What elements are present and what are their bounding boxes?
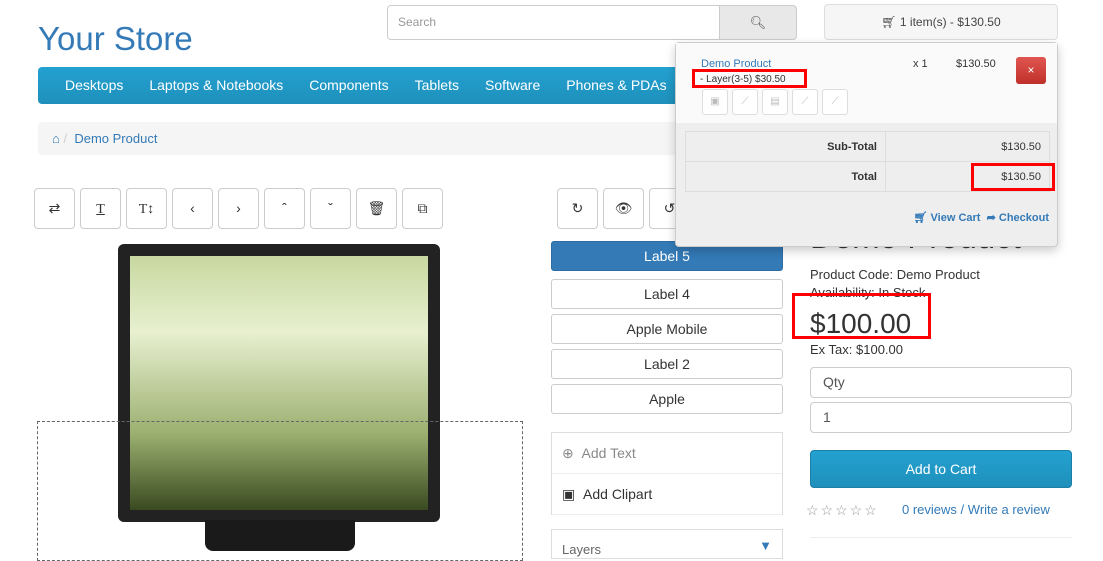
layers-panel[interactable]: Layers ▼	[551, 529, 783, 559]
tools-panel: ⊕ Add Text ▣ Add Clipart	[551, 432, 783, 515]
chevron-right-icon: ›	[236, 200, 241, 216]
add-clipart-button[interactable]: ▣ Add Clipart	[552, 474, 782, 515]
share-icon: ➦	[986, 212, 996, 224]
move-right-button[interactable]: ›	[218, 188, 259, 229]
label-item[interactable]: Label 4	[551, 279, 783, 309]
cart-dropdown: Demo Product - Layer(3-5) $30.50 ▣ ⟋ ▤ ⟋…	[675, 42, 1058, 247]
highlight-box	[971, 163, 1055, 191]
layer-thumb: ⟋	[732, 89, 758, 115]
layer-thumb: ▤	[762, 89, 788, 115]
label-item[interactable]: Apple	[551, 384, 783, 414]
undo-icon: ↺	[663, 200, 676, 216]
ex-tax: Ex Tax: $100.00	[810, 342, 903, 357]
separator: /	[960, 502, 965, 517]
nav-laptops[interactable]: Laptops & Notebooks	[149, 67, 283, 104]
search-icon: 🔍︎	[749, 15, 767, 30]
text-height-icon: T↕	[138, 202, 155, 217]
add-to-cart-button[interactable]: Add to Cart	[810, 450, 1072, 488]
cart-qty: x 1	[913, 58, 928, 70]
rating-stars: ☆☆☆☆☆	[806, 502, 879, 518]
breadcrumb: ⌂ / Demo Product	[38, 122, 738, 155]
qty-input[interactable]: 1	[810, 402, 1072, 433]
search-button[interactable]: 🔍︎	[719, 5, 797, 40]
layer-thumb: ⟋	[822, 89, 848, 115]
move-left-button[interactable]: ‹	[172, 188, 213, 229]
shuffle-button[interactable]: ⇄	[34, 188, 75, 229]
write-review-link[interactable]: Write a review	[968, 502, 1050, 517]
main-nav: Desktops Laptops & Notebooks Components …	[38, 67, 738, 104]
cart-icon: 🛒︎	[913, 212, 928, 224]
refresh-icon: ↻	[571, 200, 584, 216]
highlight-box	[792, 293, 931, 339]
product-code: Product Code: Demo Product	[810, 267, 980, 282]
text-height-button[interactable]: T↕	[126, 188, 167, 229]
image-icon: ▣	[562, 486, 576, 502]
cart-price: $130.50	[956, 58, 996, 70]
nav-desktops[interactable]: Desktops	[65, 67, 123, 104]
cart-icon: 🛒︎	[881, 15, 900, 29]
cart-button[interactable]: 🛒︎ 1 item(s) - $130.50	[824, 4, 1058, 40]
total-label: Total	[685, 161, 886, 192]
trash-icon: 🗑︎	[367, 200, 386, 216]
cart-total: 1 item(s) - $130.50	[899, 15, 1001, 29]
breadcrumb-current[interactable]: Demo Product	[74, 131, 157, 146]
view-cart-link[interactable]: 🛒︎ View Cart	[914, 212, 981, 224]
subtotal-value: $130.50	[885, 131, 1050, 162]
text-button[interactable]: T	[80, 188, 121, 229]
layers-label: Layers	[562, 542, 602, 557]
copy-icon: ⧉	[417, 200, 428, 216]
chevron-left-icon: ‹	[190, 200, 195, 216]
divider	[810, 537, 1072, 538]
add-text-button[interactable]: ⊕ Add Text	[552, 433, 782, 474]
move-down-button[interactable]: ˇ	[310, 188, 351, 229]
qty-label-field: Qty	[810, 367, 1072, 398]
label-item[interactable]: Label 2	[551, 349, 783, 379]
nav-tablets[interactable]: Tablets	[415, 67, 459, 104]
chevron-up-icon: ˆ	[282, 200, 287, 216]
layer-thumb: ⟋	[792, 89, 818, 115]
store-logo[interactable]: Your Store	[38, 20, 193, 58]
nav-components[interactable]: Components	[309, 67, 388, 104]
delete-button[interactable]: 🗑︎	[356, 188, 397, 229]
move-up-button[interactable]: ˆ	[264, 188, 305, 229]
shuffle-icon: ⇄	[48, 200, 61, 216]
search-input[interactable]: Search	[387, 5, 720, 40]
checkout-link[interactable]: ➦ Checkout	[987, 212, 1049, 224]
layer-thumb: ▣	[702, 89, 728, 115]
subtotal-label: Sub-Total	[685, 131, 886, 162]
close-icon: ×	[1027, 63, 1035, 77]
eye-icon: 👁︎	[614, 200, 633, 216]
chevron-down-icon: ˇ	[328, 200, 333, 216]
home-icon[interactable]: ⌂	[52, 131, 60, 146]
nav-software[interactable]: Software	[485, 67, 540, 104]
label-item[interactable]: Apple Mobile	[551, 314, 783, 344]
highlight-box	[692, 69, 807, 88]
remove-item-button[interactable]: ×	[1016, 57, 1046, 84]
refresh-button[interactable]: ↻	[557, 188, 598, 229]
copy-button[interactable]: ⧉	[402, 188, 443, 229]
design-area[interactable]	[37, 421, 523, 561]
nav-phones[interactable]: Phones & PDAs	[566, 67, 666, 104]
reviews-link[interactable]: 0 reviews	[902, 502, 957, 517]
plus-circle-icon: ⊕	[562, 445, 574, 461]
preview-button[interactable]: 👁︎	[603, 188, 644, 229]
text-icon: T	[96, 202, 105, 217]
